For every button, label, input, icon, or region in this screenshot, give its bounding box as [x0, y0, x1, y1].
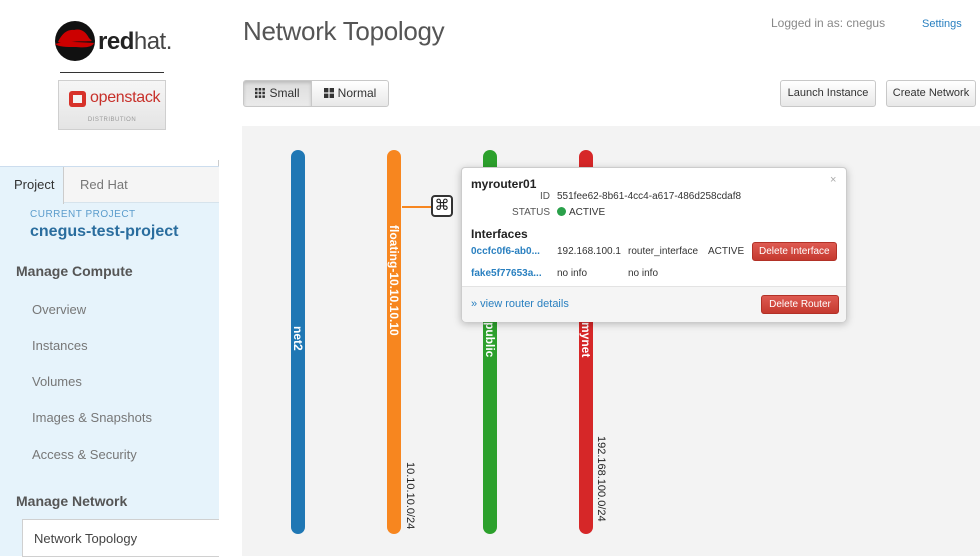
interface-type: no info — [628, 268, 659, 279]
interface-ip: 192.168.100.1 — [557, 246, 621, 257]
section-manage-compute[interactable]: Manage Compute — [16, 263, 133, 279]
small-label: Small — [269, 86, 300, 100]
network-cidr-mynet: 192.168.100.0/24 — [595, 436, 607, 522]
nav-panel: Project Red Hat CURRENT PROJECT cnegus-t… — [0, 166, 219, 557]
router-icon[interactable]: ⌘ — [431, 195, 453, 217]
normal-label: Normal — [337, 86, 377, 100]
network-floating[interactable] — [387, 150, 401, 534]
router-id-value: 551fee62-8b61-4cc4-a617-486d258cdaf8 — [557, 191, 742, 202]
sidebar-item-instances[interactable]: Instances — [32, 338, 88, 353]
grid-small-icon — [255, 88, 266, 98]
router-status-value: ACTIVE — [557, 207, 605, 218]
tab-project[interactable]: Project — [0, 167, 64, 204]
interface-link[interactable]: fake5f77653a... — [471, 268, 542, 279]
brand-area: redhat. openstack DISTRIBUTION — [0, 0, 219, 160]
sidebar-item-access-security[interactable]: Access & Security — [32, 447, 137, 462]
brand-divider — [60, 72, 164, 73]
popup-footer: » view router details Delete Router — [462, 286, 846, 322]
grid-large-icon — [323, 88, 334, 98]
page-title: Network Topology — [243, 16, 445, 46]
tab-redhat[interactable]: Red Hat — [66, 167, 146, 203]
delete-interface-button[interactable]: Delete Interface — [752, 242, 837, 261]
network-label-mynet: mynet — [579, 322, 593, 358]
create-network-button[interactable]: Create Network — [886, 80, 976, 107]
network-label-public: public — [483, 322, 497, 358]
launch-instance-button[interactable]: Launch Instance — [780, 80, 876, 107]
router-status-label: STATUS — [512, 207, 550, 218]
openstack-badge: openstack DISTRIBUTION — [58, 80, 166, 130]
interface-type: router_interface — [628, 246, 699, 257]
interfaces-heading: Interfaces — [471, 227, 528, 241]
delete-router-button[interactable]: Delete Router — [761, 295, 839, 314]
network-label-floating: floating-10.10.10.10 — [387, 225, 401, 336]
interface-link[interactable]: 0ccfc0f6-ab0... — [471, 246, 540, 257]
router-link — [402, 206, 432, 208]
distribution-label: DISTRIBUTION — [87, 117, 137, 123]
sidebar-item-volumes[interactable]: Volumes — [32, 374, 82, 389]
view-router-details-link[interactable]: » view router details — [471, 298, 569, 310]
openstack-wordmark: openstack — [90, 89, 161, 106]
current-project-label: CURRENT PROJECT — [30, 209, 136, 220]
network-label-net2: net2 — [291, 326, 305, 351]
network-cidr-floating: 10.10.10.0/24 — [404, 462, 416, 530]
status-dot-icon — [557, 207, 566, 216]
sidebar-item-overview[interactable]: Overview — [32, 302, 86, 317]
section-manage-network[interactable]: Manage Network — [16, 493, 127, 509]
interface-ip: no info — [557, 268, 588, 279]
router-id-label: ID — [540, 191, 550, 202]
router-name: myrouter01 — [471, 177, 537, 191]
redhat-logo-icon — [55, 21, 95, 61]
redhat-wordmark: redhat. — [98, 28, 172, 55]
normal-view-button[interactable]: Normal — [311, 80, 389, 107]
sidebar-item-images-snapshots[interactable]: Images & Snapshots — [32, 410, 152, 425]
small-view-button[interactable]: Small — [243, 80, 312, 107]
settings-link[interactable]: Settings — [922, 18, 962, 30]
close-icon[interactable]: × — [830, 174, 836, 186]
sidebar-tabs: Project Red Hat — [0, 167, 219, 204]
sidebar: redhat. openstack DISTRIBUTION Project R… — [0, 0, 219, 557]
sidebar-item-network-topology[interactable]: Network Topology — [22, 519, 219, 557]
current-project-name[interactable]: cnegus-test-project — [30, 223, 178, 241]
interface-status: ACTIVE — [708, 246, 745, 257]
logged-in-user: Logged in as: cnegus — [771, 16, 886, 30]
sidebar-item-label: Network Topology — [34, 531, 138, 546]
router-popup: myrouter01 × ID 551fee62-8b61-4cc4-a617-… — [461, 167, 847, 322]
openstack-logo-icon — [69, 91, 86, 107]
